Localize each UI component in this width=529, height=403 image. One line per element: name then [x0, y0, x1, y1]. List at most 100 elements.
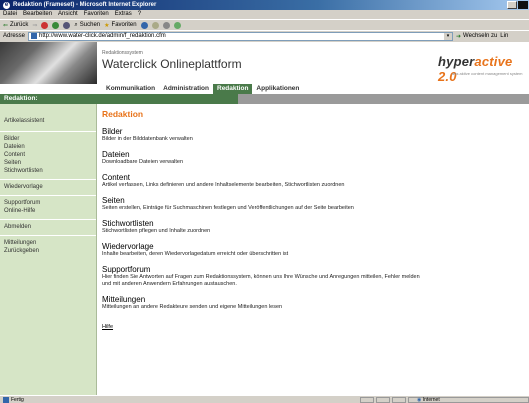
stop-icon[interactable] — [41, 21, 49, 29]
status-cell — [376, 396, 390, 403]
nav-administration[interactable]: Administration — [159, 84, 213, 94]
sidebar-item-abmelden[interactable]: Abmelden — [4, 223, 92, 231]
nav-applikationen[interactable]: Applikationen — [252, 84, 303, 94]
forward-arrow-icon: ⇒ — [32, 22, 38, 29]
menu-favorites[interactable]: Favoriten — [84, 10, 109, 19]
brand-logo: hyperactive 2.0 — [438, 54, 513, 84]
entry-title[interactable]: Stichwortlisten — [102, 219, 522, 228]
entry-supportforum: Supportforum Hier finden Sie Antworten a… — [102, 265, 522, 288]
entry-description: Seiten erstellen, Einträge für Suchmasch… — [102, 205, 354, 211]
security-zone: ◉ Internet — [408, 396, 529, 403]
entry-title[interactable]: Mitteilungen — [102, 295, 522, 304]
minimize-button[interactable] — [507, 1, 517, 9]
entry-dateien: Dateien Downloadbare Dateien verwalten — [102, 150, 522, 166]
sidebar-item-zurueckgeben[interactable]: Zurückgeben — [4, 247, 92, 255]
content-area: Redaktion Bilder Bilder in der Bilddaten… — [102, 109, 522, 330]
menu-view[interactable]: Ansicht — [58, 10, 78, 19]
entry-seiten: Seiten Seiten erstellen, Einträge für Su… — [102, 196, 522, 212]
window-controls — [507, 1, 528, 9]
entry-stichwortlisten: Stichwortlisten Stichwortlisten pflegen … — [102, 219, 522, 235]
sidebar-group: Abmelden — [0, 220, 96, 236]
entry-title[interactable]: Seiten — [102, 196, 522, 205]
cms-banner: Redaktionssystem Waterclick Onlineplattf… — [0, 42, 529, 84]
entry-wiedervorlage: Wiedervorlage Inhalte bearbeiten, deren … — [102, 242, 522, 258]
menu-edit[interactable]: Bearbeiten — [23, 10, 52, 19]
entry-description: Downloadbare Dateien verwalten — [102, 159, 184, 165]
entry-description: Stichwortlisten pflegen und Inhalte zuor… — [102, 228, 211, 234]
entry-content: Content Artikel verfassen, Links definie… — [102, 173, 522, 189]
sidebar-group: Wiedervorlage — [0, 180, 96, 196]
go-button[interactable]: ➜ Wechseln zu — [456, 33, 497, 40]
history-icon[interactable] — [140, 21, 148, 29]
sidebar-item-content[interactable]: Content — [4, 151, 92, 159]
close-button[interactable] — [518, 1, 528, 9]
mail-icon[interactable] — [151, 21, 159, 29]
sidebar-item-artikelassistent[interactable]: Artikelassistent — [4, 117, 92, 125]
status-bar: Fertig ◉ Internet — [0, 395, 529, 403]
menu-help[interactable]: ? — [138, 10, 141, 19]
address-dropdown-icon[interactable]: ▾ — [444, 32, 453, 40]
sidebar-item-dateien[interactable]: Dateien — [4, 143, 92, 151]
page-icon — [31, 33, 38, 39]
status-cell — [360, 396, 374, 403]
entry-title[interactable]: Content — [102, 173, 522, 182]
go-arrow-icon: ➜ — [456, 33, 462, 40]
search-button[interactable]: ⌕ Suchen — [74, 22, 100, 29]
page-title: Redaktion — [102, 109, 144, 119]
sidebar-item-stichwortlisten[interactable]: Stichwortlisten — [4, 167, 92, 175]
entry-title[interactable]: Wiedervorlage — [102, 242, 522, 251]
address-input[interactable]: http://www.water-click.de/admin/f_redakt… — [28, 31, 454, 41]
system-subtitle: Redaktionssystem — [102, 50, 143, 56]
address-url: http://www.water-click.de/admin/f_redakt… — [39, 33, 166, 39]
entry-description: Bilder in der Bilddatenbank verwalten — [102, 136, 193, 142]
back-button[interactable]: ⇐ Zurück — [3, 22, 28, 29]
browser-toolbar: ⇐ Zurück ⇒ ⌕ Suchen ★ Favoriten — [0, 19, 529, 30]
sidebar-group: Supportforum Online-Hilfe — [0, 196, 96, 220]
forward-button[interactable]: ⇒ — [32, 22, 37, 29]
help-link[interactable]: Hilfe — [102, 324, 113, 330]
system-title: Waterclick Onlineplattform — [102, 57, 242, 71]
sidebar-group: Mitteilungen Zurückgeben — [0, 236, 96, 259]
back-arrow-icon: ⇐ — [3, 22, 9, 29]
window-titlebar: e Redaktion (Frameset) - Microsoft Inter… — [0, 0, 529, 10]
status-cell — [392, 396, 406, 403]
star-icon: ★ — [104, 22, 110, 29]
sidebar-item-wiedervorlage[interactable]: Wiedervorlage — [4, 183, 92, 191]
entry-title[interactable]: Bilder — [102, 127, 522, 136]
favorites-button[interactable]: ★ Favoriten — [104, 22, 136, 29]
section-label: Redaktion: — [4, 95, 38, 102]
menu-bar: Datei Bearbeiten Ansicht Favoriten Extra… — [0, 10, 529, 19]
sidebar: Artikelassistent Bilder Dateien Content … — [0, 104, 97, 395]
sidebar-item-supportforum[interactable]: Supportforum — [4, 199, 92, 207]
main-nav: Kommunikation Administration Redaktion A… — [0, 84, 529, 94]
entry-mitteilungen: Mitteilungen Mitteilungen an andere Reda… — [102, 295, 522, 311]
home-icon[interactable] — [63, 21, 71, 29]
sidebar-item-seiten[interactable]: Seiten — [4, 159, 92, 167]
section-bar: Redaktion: — [0, 94, 529, 104]
entry-title[interactable]: Dateien — [102, 150, 522, 159]
entry-description: Hier finden Sie Antworten auf Fragen zum… — [102, 274, 420, 287]
sidebar-item-online-hilfe[interactable]: Online-Hilfe — [4, 207, 92, 215]
menu-tools[interactable]: Extras — [115, 10, 132, 19]
address-bar: Adresse http://www.water-click.de/admin/… — [0, 30, 529, 41]
brand-tagline: das aktive content management system — [452, 71, 523, 76]
entry-description: Artikel verfassen, Links definieren und … — [102, 182, 345, 188]
entry-title[interactable]: Supportforum — [102, 265, 522, 274]
ie-logo-icon: e — [3, 1, 10, 9]
print-icon[interactable] — [162, 21, 170, 29]
address-label: Adresse — [3, 33, 26, 39]
links-label[interactable]: Lin — [500, 33, 508, 39]
entry-description: Inhalte bearbeiten, deren Wiedervorlaged… — [102, 251, 289, 257]
refresh-icon[interactable] — [52, 21, 60, 29]
entry-description: Mitteilungen an andere Redakteure senden… — [102, 304, 283, 310]
sidebar-item-bilder[interactable]: Bilder — [4, 135, 92, 143]
nav-kommunikation[interactable]: Kommunikation — [102, 84, 159, 94]
sidebar-item-mitteilungen[interactable]: Mitteilungen — [4, 239, 92, 247]
search-icon: ⌕ — [74, 21, 78, 28]
menu-file[interactable]: Datei — [3, 10, 17, 19]
banner-image — [0, 42, 97, 84]
edit-icon[interactable] — [173, 21, 181, 29]
status-text: Fertig — [11, 396, 24, 403]
nav-redaktion[interactable]: Redaktion — [213, 84, 253, 94]
browser-viewport: Redaktionssystem Waterclick Onlineplattf… — [0, 42, 529, 395]
